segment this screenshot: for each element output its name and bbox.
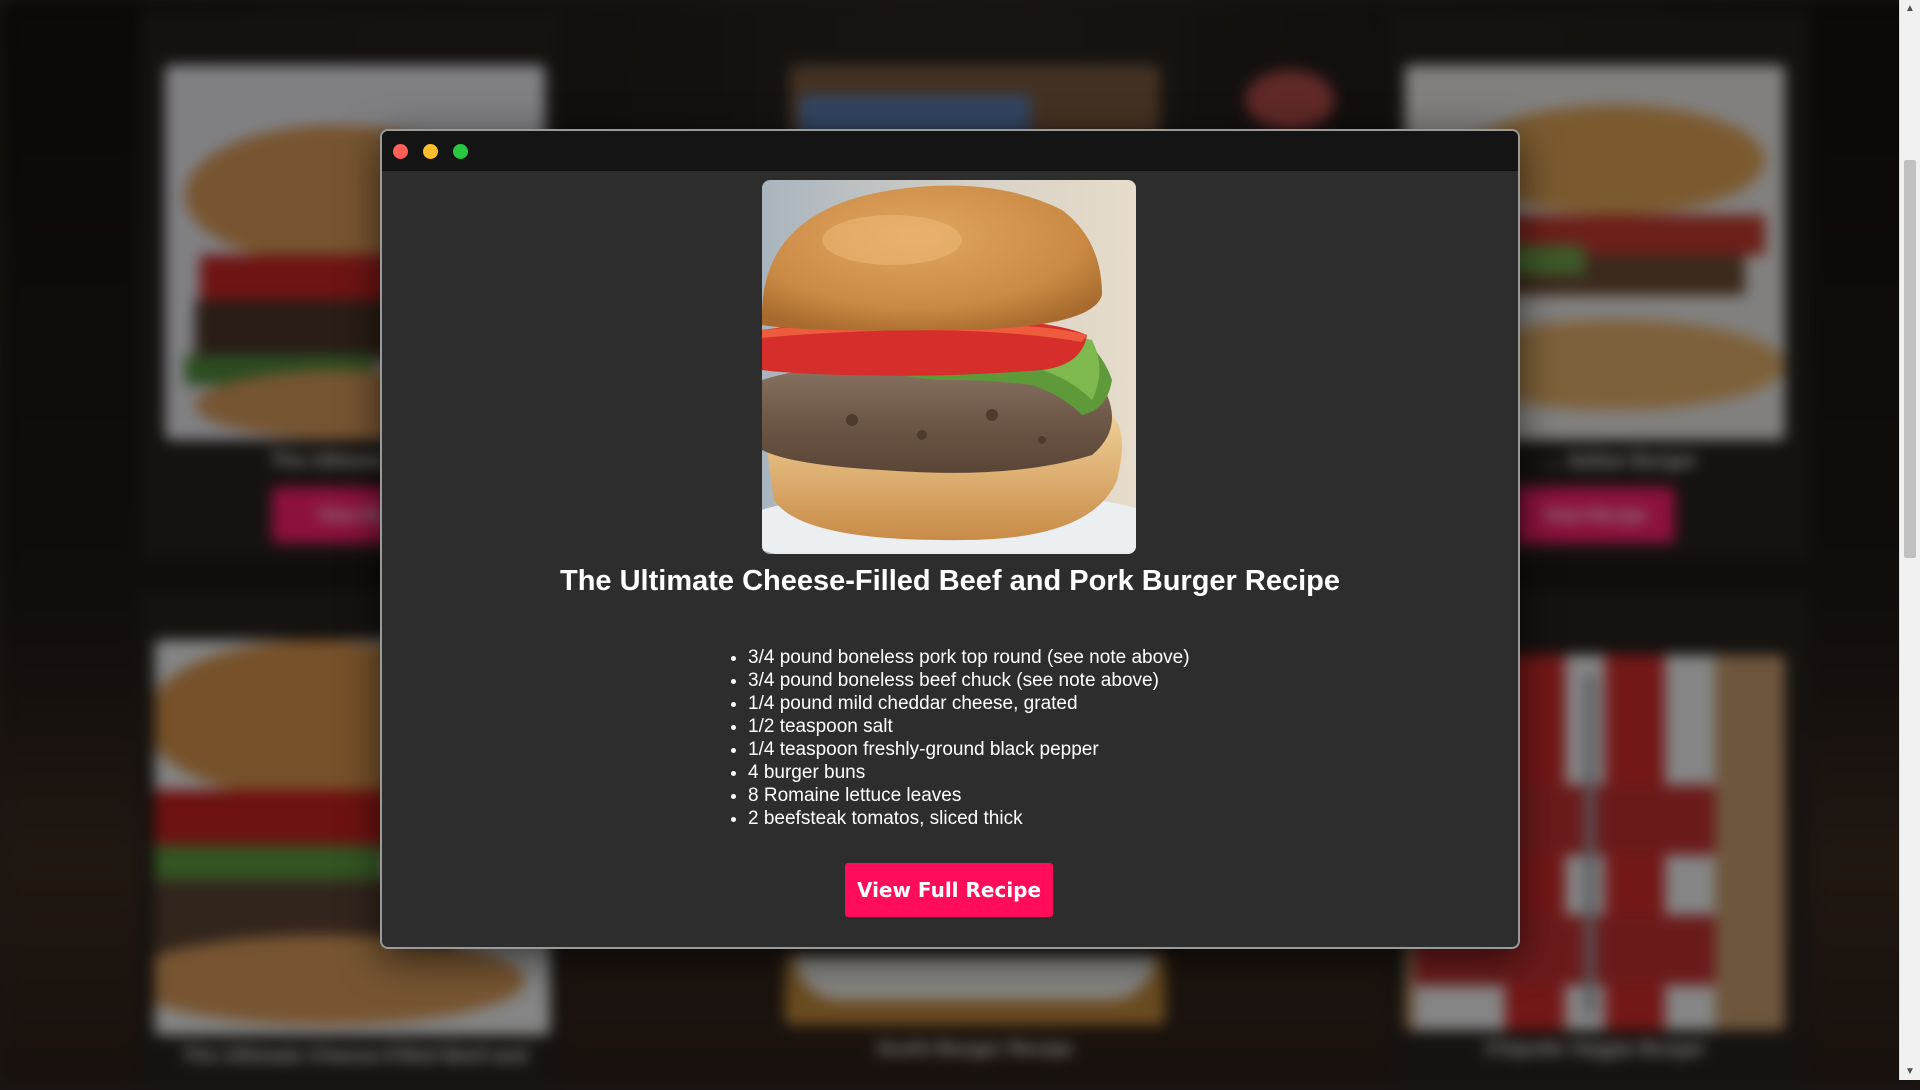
page-scrollbar[interactable]: ▲ ▼ — [1899, 0, 1920, 1080]
ingredient-item: 3/4 pound boneless pork top round (see n… — [748, 646, 1190, 669]
ingredient-item: 2 beefsteak tomatos, sliced thick — [748, 807, 1190, 830]
bg-recipe-caption: The Ultimate Cheese-Filled Beef and — [182, 1045, 528, 1067]
scrollbar-thumb[interactable] — [1904, 160, 1916, 558]
ingredient-item: 4 burger buns — [748, 761, 1190, 784]
bg-recipe-image — [785, 955, 1165, 1025]
bg-recipe-caption: … Italian Burger — [1542, 450, 1698, 472]
minimize-window-icon[interactable] — [423, 144, 438, 159]
bg-recipe-image — [790, 65, 1160, 135]
bg-recipe-caption: Sushi Burger Recipe — [876, 1038, 1074, 1060]
ingredient-item: 1/4 pound mild cheddar cheese, grated — [748, 692, 1190, 715]
recipe-title: The Ultimate Cheese-Filled Beef and Pork… — [560, 565, 1340, 597]
ingredient-list: 3/4 pound boneless pork top round (see n… — [722, 646, 1190, 830]
ingredient-item: 3/4 pound boneless beef chuck (see note … — [748, 669, 1190, 692]
bg-view-recipe-button: View Recipe — [1515, 487, 1675, 543]
scroll-down-arrow-icon[interactable]: ▼ — [1900, 1063, 1920, 1080]
bg-decoration — [1245, 70, 1335, 130]
ingredient-item: 1/4 teaspoon freshly-ground black pepper — [748, 738, 1190, 761]
scroll-up-arrow-icon[interactable]: ▲ — [1900, 0, 1920, 17]
close-window-icon[interactable] — [393, 144, 408, 159]
recipe-modal: The Ultimate Cheese-Filled Beef and Pork… — [380, 129, 1520, 949]
ingredient-item: 1/2 teaspoon salt — [748, 715, 1190, 738]
maximize-window-icon[interactable] — [453, 144, 468, 159]
recipe-hero-image — [762, 180, 1136, 554]
view-full-recipe-button[interactable]: View Full Recipe — [845, 863, 1053, 917]
modal-titlebar — [382, 131, 1518, 171]
bg-recipe-caption: Chipotle Veggie Burger — [1484, 1038, 1706, 1060]
ingredient-item: 8 Romaine lettuce leaves — [748, 784, 1190, 807]
